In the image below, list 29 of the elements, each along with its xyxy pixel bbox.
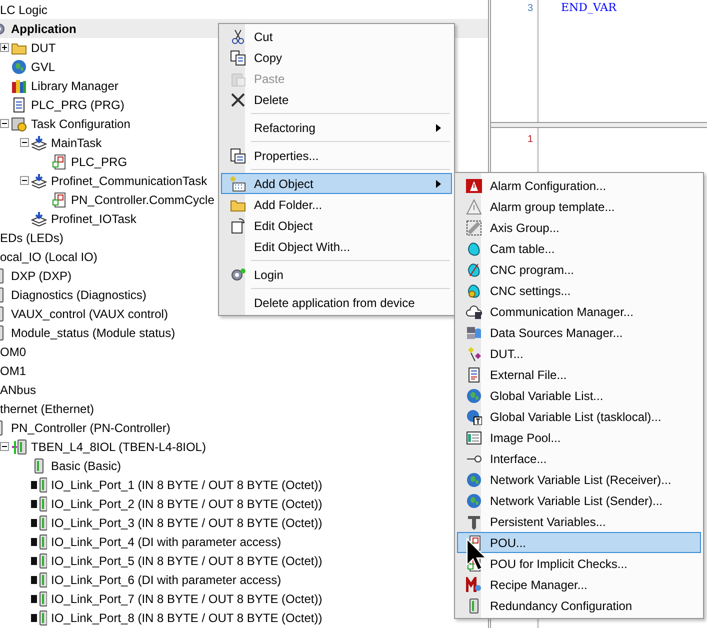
tree-item: IO_Link_Port_3 (IN 8 BYTE / OUT 8 BYTE (Octet)): [51, 516, 322, 530]
tree-item: TBEN_L4_8IOL (TBEN-L4-8IOL): [31, 440, 206, 454]
tree-item: PLC_PRG: [71, 154, 128, 168]
tree-item: PN_Controller.CommCycle: [71, 192, 214, 206]
tree-item: IO_Link_Port_4 (DI with parameter access): [51, 534, 282, 548]
tree-item: Task Configuration: [31, 116, 130, 130]
tree-item: IO_Link_Port_7 (IN 8 BYTE / OUT 8 BYTE (Octet)): [51, 592, 322, 606]
tree-item: GVL: [31, 60, 56, 74]
tree-item: DXP (DXP): [11, 268, 72, 282]
line-number: 3: [527, 3, 533, 15]
tree-item: Module_status (Module status): [11, 326, 176, 340]
tree-item: IO_Link_Port_2 (IN 8 BYTE / OUT 8 BYTE (Octet)): [51, 496, 322, 510]
code-line: END_VAR: [561, 2, 616, 14]
tree-item: MainTask: [51, 136, 102, 150]
tree-item: IO_Link_Port_1 (IN 8 BYTE / OUT 8 BYTE (Octet)): [51, 478, 322, 492]
tree-item: Application: [11, 22, 76, 36]
tree-item: Basic (Basic): [51, 458, 122, 472]
tree-item: DUT: [31, 40, 56, 54]
tree-item: IO_Link_Port_5 (IN 8 BYTE / OUT 8 BYTE (Octet)): [51, 554, 322, 568]
tree-item: PLC_PRG (PRG): [31, 98, 124, 112]
tree-item: IO_Link_Port_8 (IN 8 BYTE / OUT 8 BYTE (Octet)): [51, 610, 322, 624]
tree-item: IO_Link_Port_6 (DI with parameter access): [51, 572, 282, 586]
tree-item: Library Manager: [31, 78, 118, 92]
tree-item: Profinet_IOTask: [51, 212, 136, 226]
tree-item: PN_Controller (PN-Controller): [11, 420, 170, 434]
tree-item: VAUX_control (VAUX control): [11, 306, 168, 320]
tree-item: Profinet_CommunicationTask: [51, 174, 208, 188]
line-number: 1: [527, 134, 533, 146]
tree-item: Diagnostics (Diagnostics): [11, 288, 146, 302]
